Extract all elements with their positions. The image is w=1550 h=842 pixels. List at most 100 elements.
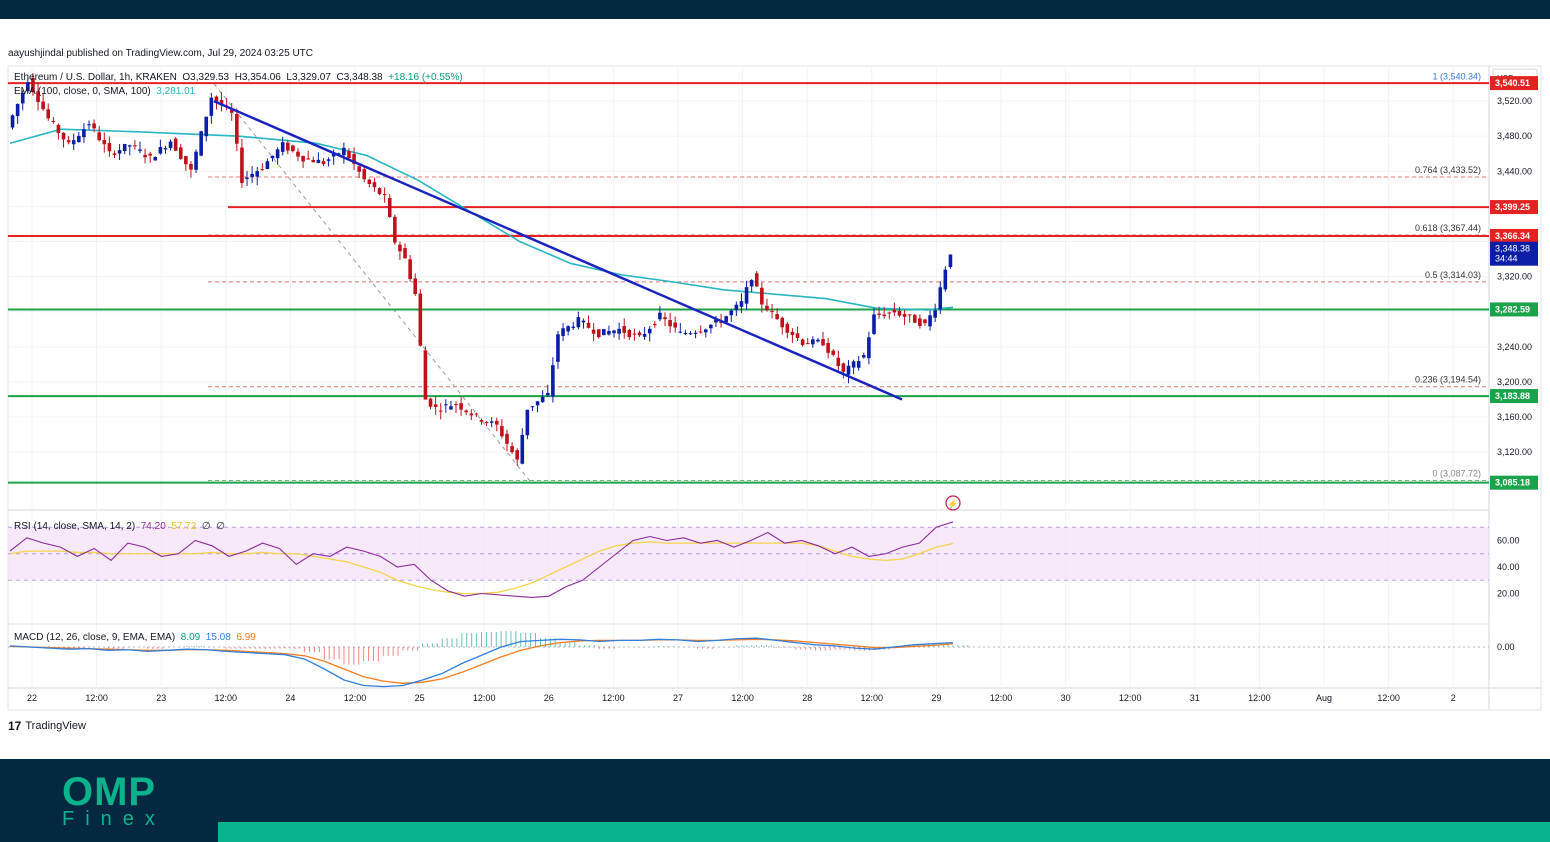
time-tick-label: 28 <box>802 693 812 703</box>
price-tick-label: 3,160.00 <box>1497 412 1532 422</box>
candle-body <box>255 171 260 177</box>
time-tick-label: 23 <box>156 693 166 703</box>
candle-body <box>566 326 570 332</box>
candle-body <box>459 403 463 410</box>
price-tick-label: 3,520.00 <box>1497 96 1532 106</box>
candle-body <box>841 363 846 372</box>
candle-body <box>591 329 596 334</box>
candle-body <box>377 188 382 195</box>
time-tick-label: 25 <box>415 693 425 703</box>
candle-body <box>280 142 285 152</box>
candle-body <box>449 406 453 410</box>
candle-body <box>46 109 51 119</box>
candle-body <box>907 314 912 316</box>
price-tick-label: 3,440.00 <box>1497 166 1532 176</box>
candle-body <box>545 392 550 396</box>
candle-body <box>133 145 137 147</box>
candle-body <box>464 410 469 413</box>
candle-body <box>754 273 759 287</box>
time-tick-label: 12:00 <box>1377 693 1400 703</box>
candle-body <box>663 317 667 320</box>
candle-body <box>816 339 820 342</box>
candle-body <box>398 244 402 252</box>
candle-body <box>596 329 601 338</box>
price-tick-label: 3,240.00 <box>1497 342 1532 352</box>
candle-body <box>82 129 86 138</box>
time-tick-label: 12:00 <box>215 693 238 703</box>
candle-body <box>51 120 56 122</box>
candle-body <box>148 153 152 156</box>
candle-body <box>423 350 428 400</box>
candle-body <box>168 141 173 149</box>
candle-body <box>698 331 703 333</box>
candle-body <box>489 421 494 423</box>
rsi-tick-label: 20.00 <box>1497 589 1520 599</box>
candle-body <box>194 151 198 170</box>
candle-body <box>199 131 203 156</box>
candle-body <box>87 124 91 126</box>
time-tick-label: 24 <box>285 693 295 703</box>
time-tick-label: Aug <box>1316 693 1332 703</box>
candle-body <box>245 177 249 180</box>
candle-body <box>928 315 932 327</box>
price-chart[interactable]: 22 12:00 23 12:00 24 12:00 25 12:00 26 12:00 27 12:… <box>0 0 1550 760</box>
candle-body <box>683 332 688 334</box>
candle-body <box>301 156 305 162</box>
candle-body <box>897 310 902 316</box>
rsi-legend: RSI (14, close, SMA, 14, 2) 74.20 57.72 … <box>14 521 225 532</box>
candle-body <box>867 337 871 359</box>
fib-level-label: 1 (3,540.34) <box>1432 71 1481 81</box>
candle-body <box>122 143 127 152</box>
tradingview-logo[interactable]: 17 TradingView <box>8 719 86 733</box>
candle-body <box>540 396 545 403</box>
candle-body <box>520 434 525 464</box>
candle-body <box>622 326 627 333</box>
candle-body <box>505 433 509 444</box>
price-tick-label: 3,120.00 <box>1497 447 1532 457</box>
time-tick-label: 2 <box>1451 693 1456 703</box>
candle-body <box>321 161 326 165</box>
rsi-ma-value: 57.72 <box>171 521 197 532</box>
candle-body <box>342 147 346 156</box>
candle-body <box>77 135 81 143</box>
candle-body <box>821 339 825 346</box>
macd-label: MACD (12, 26, close, 9, EMA, EMA) <box>14 632 176 643</box>
candle-body <box>403 248 407 259</box>
candle-body <box>612 330 616 334</box>
candle-body <box>836 357 841 367</box>
candle-body <box>235 113 239 144</box>
time-tick-label: 12:00 <box>990 693 1013 703</box>
candle-body <box>581 320 586 323</box>
candle-body <box>428 398 433 407</box>
candle-body <box>653 323 657 326</box>
tradingview-label: TradingView <box>25 720 86 732</box>
candle-body <box>112 153 117 155</box>
candle-body <box>143 154 147 158</box>
price-tick-label: 3,480.00 <box>1497 131 1532 141</box>
candle-body <box>61 132 66 140</box>
candle-body <box>765 305 769 311</box>
tradingview-icon: 17 <box>8 719 22 733</box>
footer-accent-stripe <box>218 822 1550 842</box>
candle-body <box>561 328 565 336</box>
candle-body <box>795 333 800 338</box>
candle-body <box>163 148 168 150</box>
candle-body <box>826 342 830 353</box>
candle-body <box>607 330 611 335</box>
candle-body <box>831 350 836 355</box>
macd-legend: MACD (12, 26, close, 9, EMA, EMA) 8.09 1… <box>14 632 256 643</box>
time-tick-label: 12:00 <box>473 693 496 703</box>
candle-body <box>856 361 861 368</box>
candle-body <box>173 138 178 151</box>
candle-body <box>948 254 953 267</box>
candle-body <box>418 293 423 346</box>
candle-body <box>413 278 418 295</box>
candle-body <box>240 147 244 184</box>
candle-body <box>275 149 280 159</box>
candle-body <box>204 116 209 137</box>
candle-body <box>760 287 764 305</box>
candle-body <box>438 410 443 412</box>
ema-label: EMA (100, close, 0, SMA, 100) <box>14 86 151 97</box>
candle-body <box>515 450 519 460</box>
time-tick-label: 12:00 <box>1248 693 1271 703</box>
